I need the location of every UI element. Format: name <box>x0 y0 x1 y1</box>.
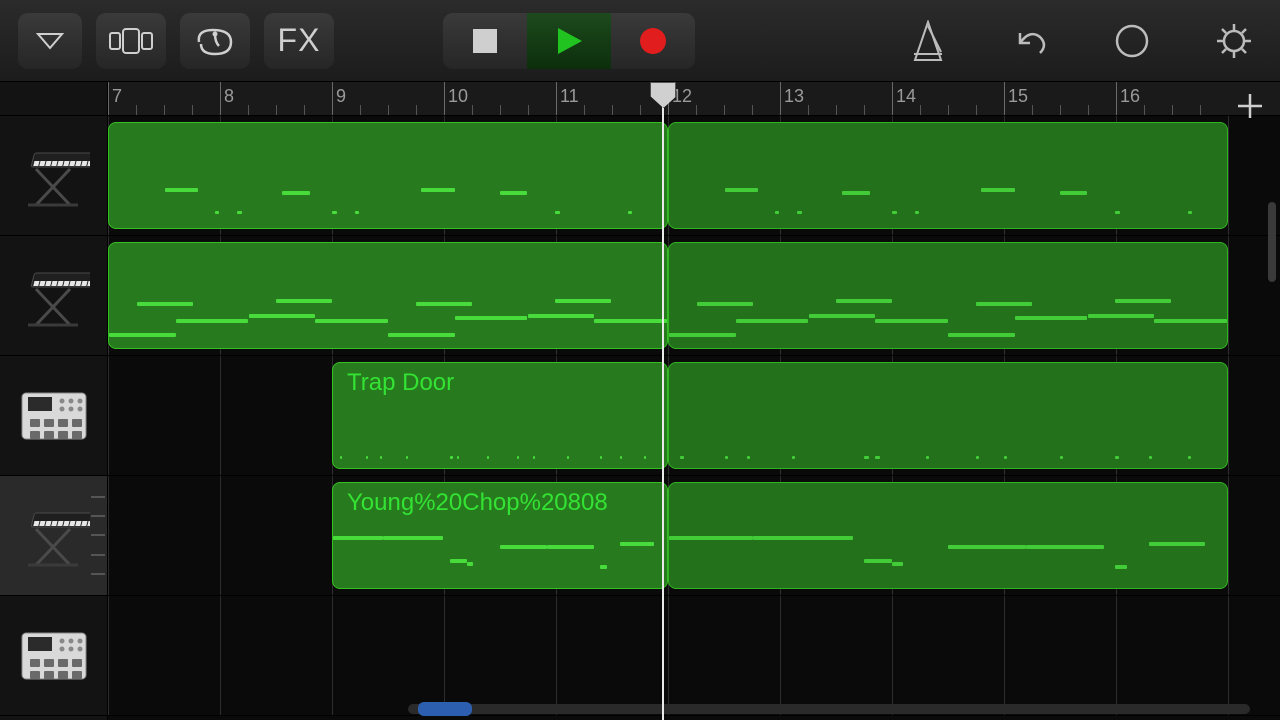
timeline-workspace: 78910111213141516 Trap DoorYoung%20Chop%… <box>0 82 1280 720</box>
midi-region[interactable] <box>108 242 668 349</box>
gear-icon <box>1215 22 1253 60</box>
undo-button[interactable] <box>1002 13 1058 69</box>
loop-browser-button[interactable] <box>180 13 250 69</box>
bar-number: 8 <box>224 86 234 107</box>
toolbar-right <box>900 13 1262 69</box>
metronome-icon <box>909 20 947 62</box>
region-title: Trap Door <box>347 369 454 397</box>
record-icon <box>639 27 667 55</box>
midi-region[interactable]: Young%20Chop%20808 <box>332 482 668 589</box>
bar-number: 14 <box>896 86 916 107</box>
circle-icon <box>1115 24 1149 58</box>
drum-machine-icon <box>18 627 90 685</box>
metronome-button[interactable] <box>900 13 956 69</box>
vertical-scrollbar[interactable] <box>1268 202 1276 282</box>
stop-icon <box>473 29 497 53</box>
track-header[interactable] <box>0 476 107 596</box>
bar-number: 16 <box>1120 86 1140 107</box>
fx-label: FX <box>278 22 321 59</box>
view-toggle-button[interactable] <box>96 13 166 69</box>
track-header[interactable] <box>0 236 107 356</box>
undo-icon <box>1012 23 1048 59</box>
drum-machine-icon <box>18 387 90 445</box>
track-row[interactable]: Young%20Chop%20808 <box>108 476 1280 596</box>
plus-icon <box>1236 92 1264 120</box>
play-icon <box>554 26 584 56</box>
track-header[interactable] <box>0 116 107 236</box>
track-row[interactable]: Trap Door <box>108 356 1280 476</box>
track-row[interactable] <box>108 596 1280 716</box>
region-title: Young%20Chop%20808 <box>347 489 608 517</box>
midi-region[interactable] <box>668 362 1228 469</box>
view-grid-icon <box>109 27 153 55</box>
horizontal-scrollbar[interactable] <box>408 704 1250 714</box>
midi-region[interactable] <box>668 482 1228 589</box>
track-headers <box>0 82 108 720</box>
stop-button[interactable] <box>443 13 527 69</box>
midi-region[interactable] <box>668 242 1228 349</box>
bar-number: 15 <box>1008 86 1028 107</box>
ruler-spacer <box>0 82 107 116</box>
track-row[interactable] <box>108 236 1280 356</box>
track-row[interactable] <box>108 116 1280 236</box>
bar-number: 10 <box>448 86 468 107</box>
fx-button[interactable]: FX <box>264 13 334 69</box>
keyboard-icon <box>18 507 90 565</box>
keyboard-icon <box>18 147 90 205</box>
bar-number: 11 <box>560 86 579 107</box>
info-button[interactable] <box>1104 13 1160 69</box>
midi-region[interactable] <box>108 122 668 229</box>
tracks-container: Trap Door Young%20Chop%20808 <box>108 116 1280 716</box>
settings-button[interactable] <box>1206 13 1262 69</box>
scroll-thumb[interactable] <box>418 702 472 716</box>
play-button[interactable] <box>527 13 611 69</box>
bar-number: 9 <box>336 86 346 107</box>
bar-number: 7 <box>112 86 122 107</box>
toolbar: FX <box>0 0 1280 82</box>
tracks-dropdown-button[interactable] <box>18 13 82 69</box>
chevron-down-icon <box>36 32 64 50</box>
transport-controls <box>443 13 695 69</box>
ruler[interactable]: 78910111213141516 <box>108 82 1280 116</box>
keyboard-icon <box>18 267 90 325</box>
track-header[interactable] <box>0 356 107 476</box>
loop-icon <box>195 24 235 58</box>
playhead[interactable] <box>662 82 664 720</box>
record-button[interactable] <box>611 13 695 69</box>
bar-number: 13 <box>784 86 804 107</box>
track-grip[interactable] <box>91 488 105 583</box>
track-header[interactable] <box>0 596 107 716</box>
timeline-area[interactable]: 78910111213141516 Trap DoorYoung%20Chop%… <box>108 82 1280 720</box>
midi-region[interactable]: Trap Door <box>332 362 668 469</box>
midi-region[interactable] <box>668 122 1228 229</box>
add-track-button[interactable] <box>1230 86 1270 126</box>
